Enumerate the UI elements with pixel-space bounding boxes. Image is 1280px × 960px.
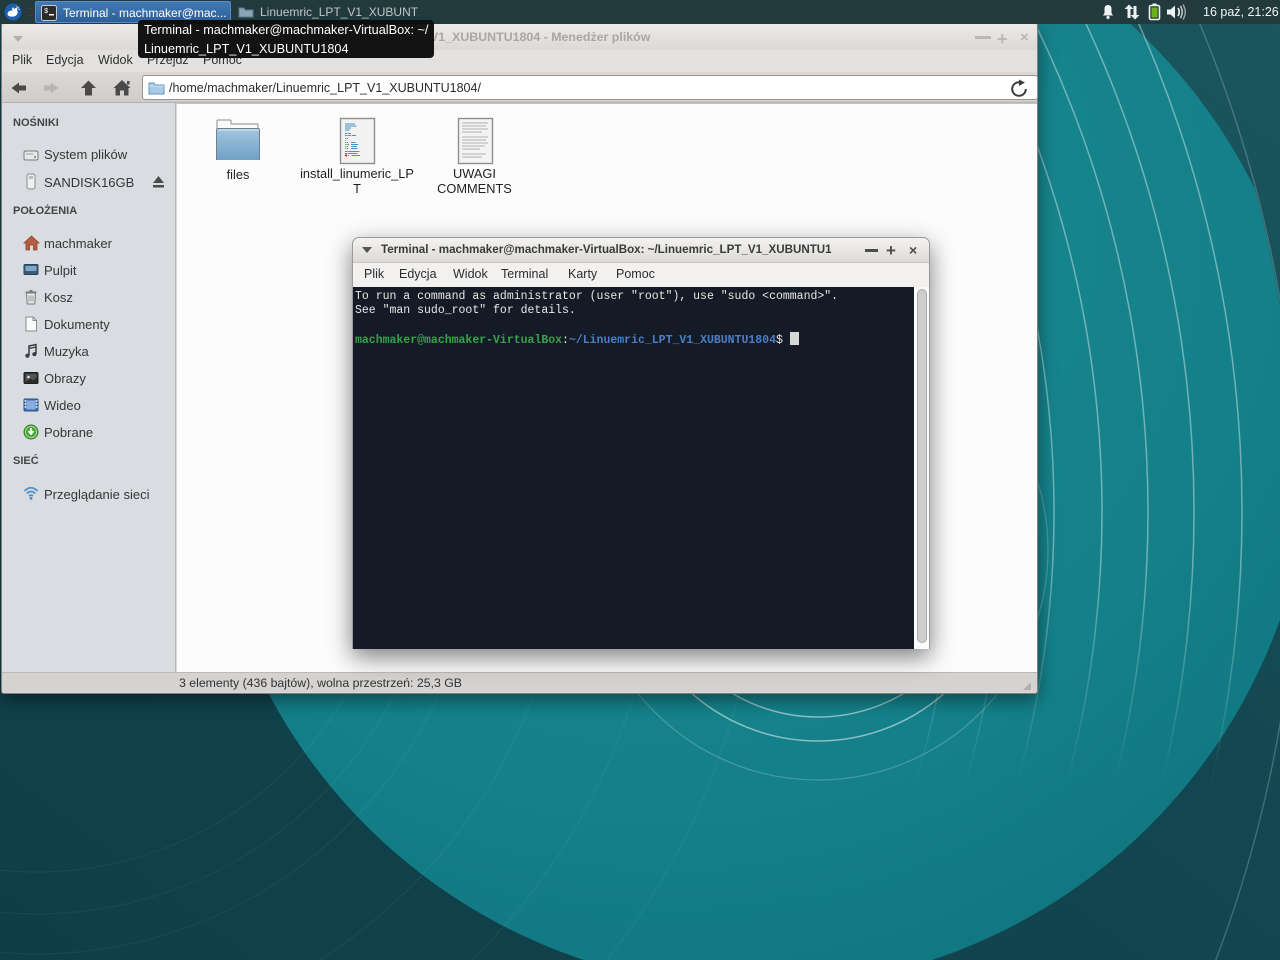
svg-text:$: $ bbox=[44, 8, 48, 16]
